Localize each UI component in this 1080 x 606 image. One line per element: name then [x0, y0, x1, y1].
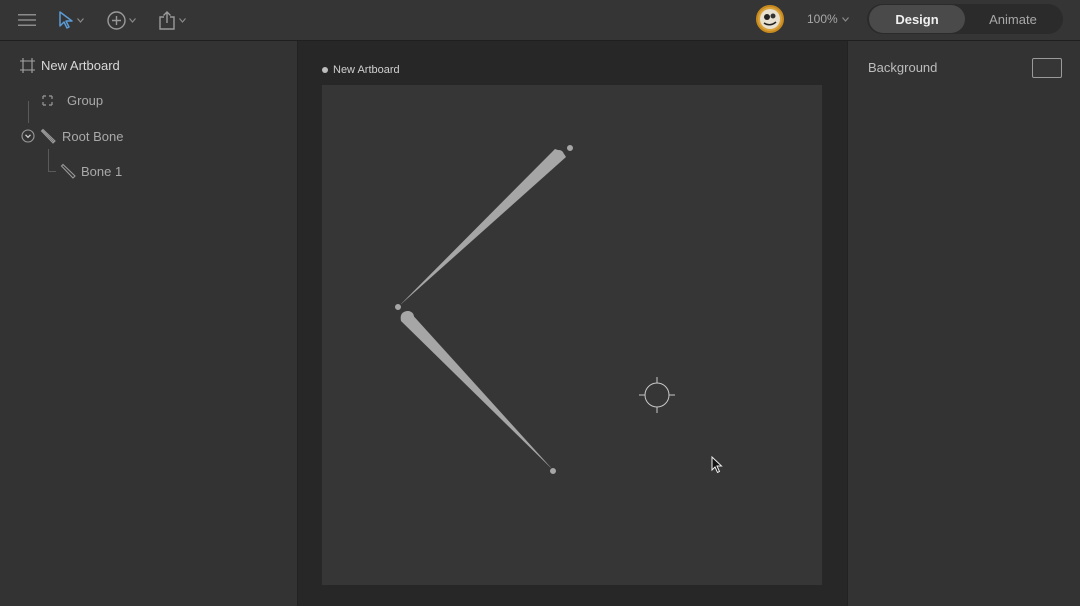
bone-1-label: Bone 1	[81, 163, 123, 179]
artboard-label: New Artboard	[41, 58, 120, 73]
target-crosshair-icon[interactable]	[639, 377, 675, 413]
artboard-icon	[20, 58, 35, 73]
bone-joint-handle[interactable]	[549, 467, 557, 475]
select-tool-button[interactable]	[58, 8, 84, 32]
share-icon	[159, 10, 175, 30]
tree-connector	[48, 149, 49, 171]
animate-mode-button[interactable]: Animate	[965, 5, 1061, 33]
tree-connector	[48, 171, 56, 172]
zoom-level: 100%	[807, 12, 838, 26]
background-color-swatch[interactable]	[1032, 58, 1062, 78]
inspector-panel: Background	[847, 41, 1080, 606]
user-avatar[interactable]	[756, 5, 784, 33]
arrow-pointer-icon	[59, 11, 73, 29]
chevron-down-icon	[77, 17, 84, 23]
hierarchy-panel: New Artboard Group Root Bone Bone 1	[0, 41, 298, 606]
mouse-cursor-icon	[711, 455, 723, 479]
add-tool-button[interactable]	[107, 8, 136, 32]
artboard-title[interactable]: New Artboard	[322, 64, 400, 76]
hierarchy-item-group[interactable]: Group	[42, 93, 103, 108]
hierarchy-item-bone-1[interactable]: Bone 1	[60, 163, 122, 179]
bone-1[interactable]	[400, 311, 554, 471]
export-button[interactable]	[158, 8, 186, 32]
bone-joint-handle[interactable]	[394, 303, 402, 311]
plus-circle-icon	[107, 10, 126, 30]
artboard-title-label: New Artboard	[333, 64, 400, 76]
group-icon	[42, 95, 53, 106]
hierarchy-item-root-bone[interactable]: Root Bone	[21, 128, 123, 144]
design-mode-button[interactable]: Design	[869, 5, 965, 33]
mode-toggle: Design Animate	[867, 4, 1063, 34]
root-bone-label: Root Bone	[62, 128, 124, 144]
chevron-down-icon	[841, 16, 849, 22]
bone-icon	[40, 128, 56, 144]
root-bone[interactable]	[399, 149, 566, 306]
top-toolbar: 100% Design Animate	[0, 0, 1080, 41]
zoom-dropdown[interactable]: 100%	[807, 12, 849, 26]
collapse-toggle-icon[interactable]	[21, 129, 35, 143]
artboard-dot-icon	[322, 67, 328, 73]
group-label: Group	[67, 93, 104, 108]
chevron-down-icon	[129, 17, 136, 23]
chevron-down-icon	[179, 17, 186, 23]
tree-connector	[28, 101, 29, 123]
bone-joint-handle[interactable]	[566, 144, 574, 152]
hierarchy-item-artboard[interactable]: New Artboard	[20, 58, 120, 73]
hamburger-icon[interactable]	[18, 8, 36, 32]
background-label: Background	[868, 60, 938, 75]
bone-icon	[60, 163, 76, 179]
artboard-canvas[interactable]	[322, 85, 822, 585]
